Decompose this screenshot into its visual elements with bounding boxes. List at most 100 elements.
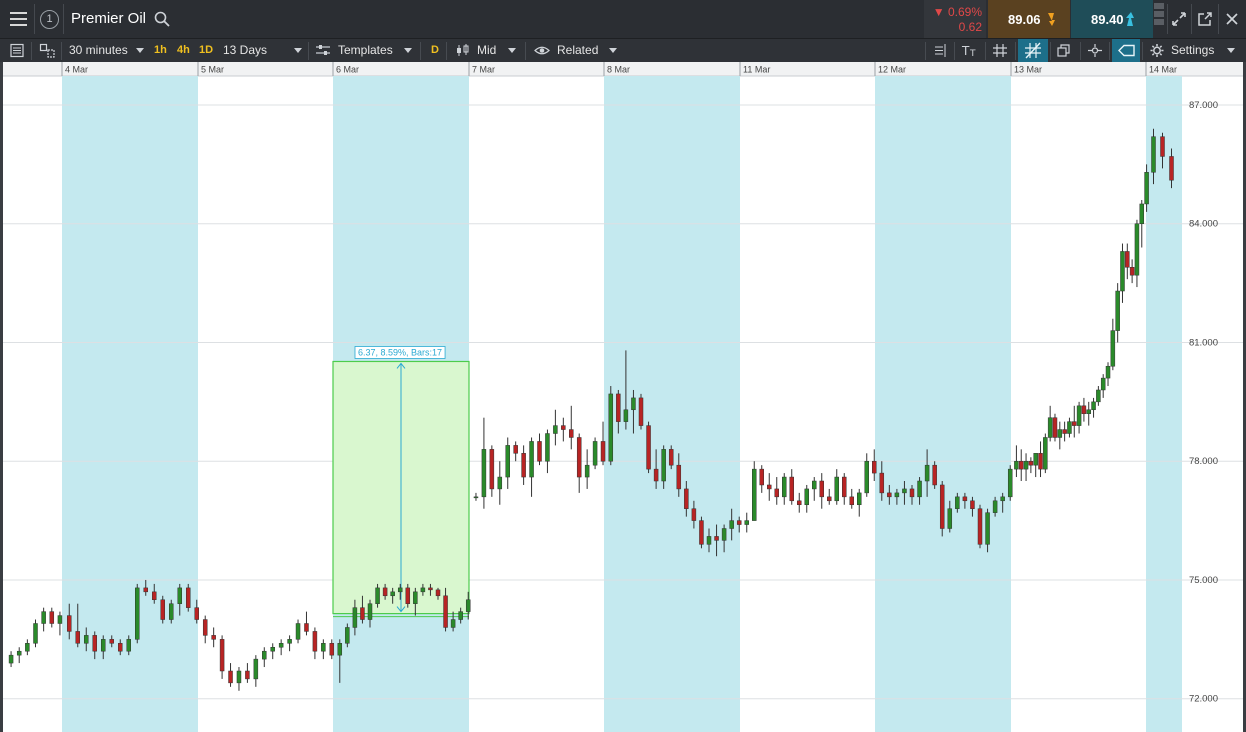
candle-body <box>450 619 456 628</box>
candle-body <box>894 492 900 498</box>
candle-body <box>600 441 606 462</box>
interval-chevron-down-icon[interactable] <box>136 48 144 53</box>
eye-icon[interactable] <box>533 42 551 59</box>
settings-chevron-down-icon[interactable] <box>1227 48 1235 53</box>
candle-body <box>759 468 764 486</box>
arrow-down-icon <box>1048 13 1055 26</box>
candle-body <box>924 464 930 482</box>
crosshair-grid-toggle[interactable] <box>1018 39 1048 62</box>
sell-price-button[interactable]: 89.06 <box>988 0 1070 38</box>
candle-body <box>1023 460 1029 470</box>
divider <box>1142 42 1143 60</box>
x-tick-label: 13 Mar <box>1014 65 1042 75</box>
divider <box>1167 4 1168 34</box>
d-button[interactable]: D <box>431 44 439 56</box>
x-tick-label: 4 Mar <box>65 65 88 75</box>
candle-body <box>521 453 526 478</box>
expand-icon[interactable] <box>1170 10 1188 28</box>
buy-price-button[interactable]: 89.40 <box>1071 0 1153 38</box>
candle-body <box>262 650 267 660</box>
candle-body <box>932 464 937 486</box>
price-type-chevron-down-icon[interactable] <box>508 48 516 53</box>
arrow-up-icon <box>1126 12 1134 26</box>
y-tick-label: 75.000 <box>1189 575 1218 586</box>
divider <box>31 42 32 60</box>
close-icon[interactable] <box>1223 10 1241 28</box>
candle-body <box>1115 290 1120 331</box>
candle-body <box>706 536 712 545</box>
x-tick-label: 6 Mar <box>336 65 359 75</box>
candle-body <box>1086 409 1091 414</box>
templates-dropdown[interactable]: Templates <box>338 43 393 57</box>
candle-body <box>1018 460 1024 470</box>
candle-body <box>312 631 318 652</box>
scroll-handle-icon[interactable] <box>1154 3 1164 35</box>
gear-icon[interactable] <box>1148 42 1166 59</box>
candle-body <box>135 587 140 640</box>
candle-body <box>186 587 191 608</box>
properties-icon[interactable] <box>931 42 949 59</box>
candle-body <box>970 500 975 509</box>
candle-body <box>1120 251 1125 292</box>
copy-icon[interactable] <box>1055 42 1073 59</box>
candle-body <box>118 643 123 652</box>
interval-dropdown[interactable]: 30 minutes <box>69 43 128 57</box>
candle-body <box>947 508 953 529</box>
candle-body <box>661 449 666 482</box>
range-chevron-down-icon[interactable] <box>294 48 302 53</box>
candle-body <box>236 670 242 684</box>
text-size-icon[interactable]: T T <box>961 42 979 59</box>
candle-body <box>253 658 259 680</box>
candle-body <box>101 639 106 652</box>
range-dropdown[interactable]: 13 Days <box>223 43 267 57</box>
candle-body <box>57 615 63 624</box>
price-type-dropdown[interactable]: Mid <box>477 43 496 57</box>
instrument-number-badge[interactable]: 1 <box>40 10 59 29</box>
templates-icon[interactable] <box>314 42 332 59</box>
menu-icon[interactable] <box>10 12 27 26</box>
candle-body <box>420 587 426 593</box>
candle-type-icon[interactable] <box>454 42 472 59</box>
layout-icon[interactable] <box>38 42 56 59</box>
candle-body <box>985 512 990 545</box>
target-icon[interactable] <box>1086 42 1104 59</box>
divider <box>61 42 62 60</box>
candlestick-chart[interactable]: 4 Mar 5 Mar 6 Mar 7 Mar 8 Mar 11 Mar 12 Mar 13 … <box>0 62 1246 732</box>
interval-1h-button[interactable]: 1h <box>154 44 167 56</box>
price-change: ▼ 0.69% 0.62 <box>924 0 986 38</box>
search-icon[interactable] <box>154 11 170 27</box>
price-chart[interactable]: 4 Mar 5 Mar 6 Mar 7 Mar 8 Mar 11 Mar 12 Mar 13 … <box>0 62 1246 732</box>
candle-body <box>1091 401 1096 411</box>
interval-4h-button[interactable]: 4h <box>177 44 190 56</box>
divider <box>1050 42 1051 60</box>
candle-body <box>465 599 471 612</box>
candle-body <box>909 488 915 498</box>
related-chevron-down-icon[interactable] <box>609 48 617 53</box>
tag-icon <box>1118 44 1135 57</box>
templates-chevron-down-icon[interactable] <box>404 48 412 53</box>
candle-body <box>295 623 301 640</box>
candle-body <box>1033 453 1038 466</box>
list-icon[interactable] <box>8 42 26 59</box>
grid-icon[interactable] <box>991 42 1009 59</box>
y-tick-label: 81.000 <box>1189 337 1218 348</box>
day-band <box>875 76 1011 732</box>
candle-body <box>428 587 433 591</box>
candle-body <box>992 500 998 513</box>
svg-text:T: T <box>961 44 970 58</box>
candle-body <box>789 476 794 502</box>
interval-1d-button[interactable]: 1D <box>199 44 213 56</box>
candle-body <box>443 595 448 628</box>
candle-body <box>774 488 779 498</box>
candle-body <box>977 508 983 545</box>
settings-dropdown[interactable]: Settings <box>1171 43 1214 57</box>
candle-body <box>41 611 46 624</box>
label-tool-toggle[interactable] <box>1112 39 1140 62</box>
popout-icon[interactable] <box>1196 10 1214 28</box>
candle-body <box>1057 429 1063 438</box>
divider <box>1015 42 1016 60</box>
chart-toolbar: 30 minutes 1h 4h 1D 13 Days Templates D … <box>0 38 1246 63</box>
change-absolute: 0.62 <box>958 20 982 34</box>
candle-body <box>887 492 892 498</box>
related-dropdown[interactable]: Related <box>557 43 598 57</box>
